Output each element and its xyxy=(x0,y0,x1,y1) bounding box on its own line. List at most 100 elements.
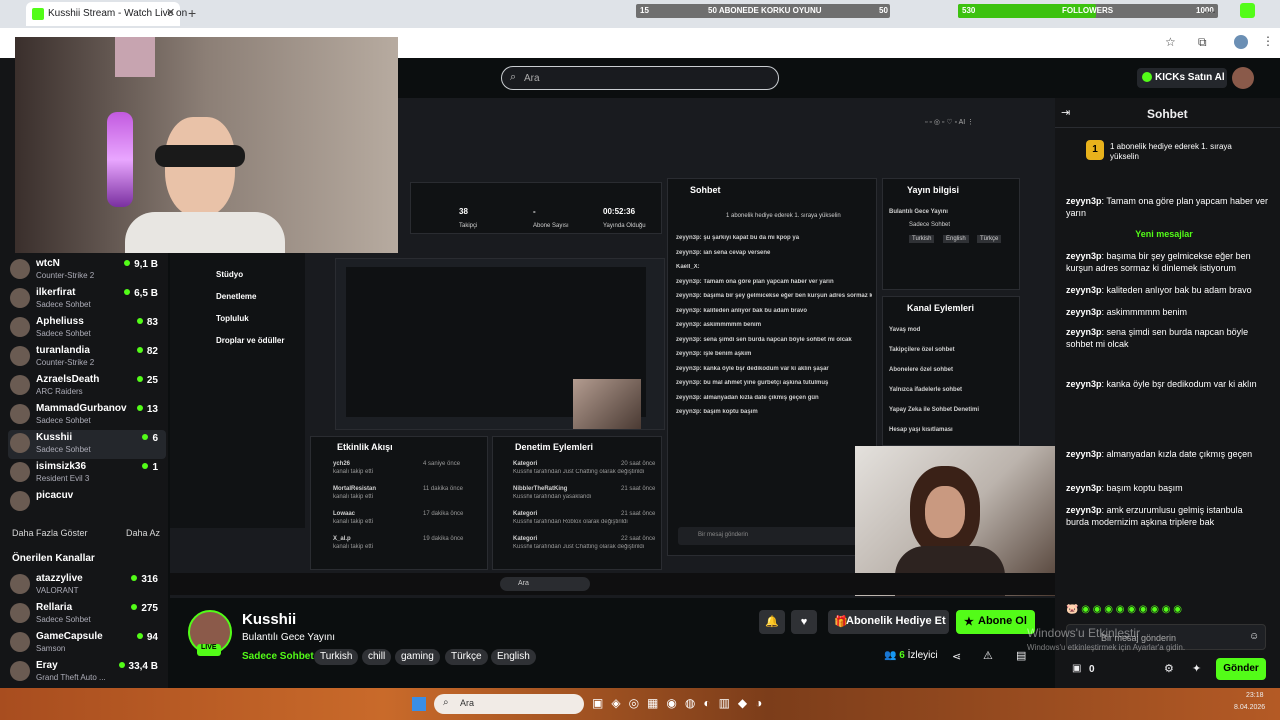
stream-tag[interactable]: Türkçe xyxy=(445,649,488,665)
dashboard-chat-line: zeyyn3p: bu mal ahmet yine gurbetçi aşkı… xyxy=(676,380,829,386)
sidebar-channel-item[interactable]: Kusshii Sadece Sohbet 6 xyxy=(8,430,166,459)
channel-avatar xyxy=(10,288,30,308)
channel-action-item[interactable]: Takipçilere özel sohbet xyxy=(889,347,955,353)
activity-action: kanalı takip etti xyxy=(333,519,374,525)
moderation-detail: Kusshii tarafından Roblox olarak değişti… xyxy=(513,519,628,525)
minimize-window-icon[interactable]: — xyxy=(1204,6,1215,18)
sidebar-channel-item[interactable]: ilkerfirat Sadece Sohbet 6,5 B xyxy=(8,285,166,314)
chat-username[interactable]: zeyyn3p xyxy=(1066,196,1102,206)
sidebar-channel-item[interactable]: Eray Grand Theft Auto ... 33,4 B xyxy=(8,658,166,687)
notification-bell-button[interactable]: 🔔 xyxy=(759,610,785,634)
channel-avatar xyxy=(10,317,30,337)
profile-icon[interactable] xyxy=(1234,35,1248,49)
channel-action-item[interactable]: Abonelere özel sohbet xyxy=(889,367,953,373)
moderation-title: Denetim Eylemleri xyxy=(515,442,594,452)
sidebar-channel-item[interactable]: picacuv xyxy=(8,488,166,517)
dashboard-chat-line: zeyyn3p: başım koptu başım xyxy=(676,409,758,415)
stream-tag[interactable]: Turkish xyxy=(314,649,359,665)
activity-time: 4 saniye önce xyxy=(423,461,461,467)
send-button[interactable]: Gönder xyxy=(1216,658,1266,680)
channel-avatar xyxy=(10,661,30,681)
chat-username[interactable]: zeyyn3p xyxy=(1066,285,1102,295)
pinned-gift-banner[interactable]: 1 1 abonelik hediye ederek 1. sıraya yük… xyxy=(1080,136,1260,168)
collapse-chat-icon[interactable]: ⇥ xyxy=(1061,106,1070,119)
channel-name: turanlandia xyxy=(36,345,90,356)
channel-action-item[interactable]: Yapay Zeka ile Sohbet Denetimi xyxy=(889,407,979,413)
channel-viewers: 275 xyxy=(131,603,158,614)
channel-action-item[interactable]: Yavaş mod xyxy=(889,327,920,333)
sidebar-channel-item[interactable]: Apheliuss Sadece Sohbet 83 xyxy=(8,314,166,343)
windows-activation-title: Windows'u Etkinleştir xyxy=(1027,626,1140,640)
gift-subscription-button[interactable]: 🎁 Abonelik Hediye Et xyxy=(828,610,949,634)
sidebar-channel-item[interactable]: Rellaria Sadece Sohbet 275 xyxy=(8,600,166,629)
channel-name: Rellaria xyxy=(36,602,73,613)
stream-tag[interactable]: chill xyxy=(362,649,392,665)
chat-mod-icon[interactable]: ✦ xyxy=(1192,662,1201,675)
dashboard-chat-line: zeyyn3p: işle benim aşkım xyxy=(676,351,752,357)
viewer-count-label: İzleyici xyxy=(907,650,938,661)
stream-info-panel: Yayın bilgisi Bulantılı Gece Yayını Sade… xyxy=(882,178,1020,290)
stream-tag[interactable]: English xyxy=(491,649,536,665)
taskbar-app-icons[interactable]: ▣◈◎▦◉◍◐▥◆◑ xyxy=(592,696,770,710)
stream-category[interactable]: Sadece Sohbet xyxy=(242,651,314,662)
browser-tab[interactable]: Kusshii Stream - Watch Live on ✕ xyxy=(26,2,187,26)
streamer-name[interactable]: Kusshii xyxy=(242,611,296,628)
goal-label: 50 ABONEDE KORKU OYUNU xyxy=(708,6,822,15)
dashboard-chat-line: zeyyn3p: askimmmmm benim xyxy=(676,322,762,328)
sidebar-channel-item[interactable]: atazzylive VALORANT 316 xyxy=(8,571,166,600)
sidebar-channel-item[interactable]: GameCapsule Samson 94 xyxy=(8,629,166,658)
chat-username[interactable]: zeyyn3p xyxy=(1066,251,1102,261)
chat-username[interactable]: zeyyn3p xyxy=(1066,379,1102,389)
sidebar-channel-item[interactable]: wtcN Counter-Strike 2 9,1 B xyxy=(8,256,166,285)
chat-username[interactable]: zeyyn3p xyxy=(1066,307,1102,317)
report-icon[interactable]: ⚠ xyxy=(983,649,993,662)
sidebar-channel-item[interactable]: AzraelsDeath ARC Raiders 25 xyxy=(8,372,166,401)
search-input[interactable]: ⌕ Ara xyxy=(501,66,779,90)
kick-extension-icon[interactable] xyxy=(1240,3,1255,18)
dashboard-nav: Stüdyo Denetleme Topluluk Droplar ve ödü… xyxy=(170,248,305,528)
chat-username[interactable]: zeyyn3p xyxy=(1066,327,1102,337)
channel-avatar xyxy=(10,632,30,652)
emoji-icon[interactable]: ☺ xyxy=(1249,631,1259,642)
new-tab-icon[interactable]: + xyxy=(188,5,196,21)
sidebar-channel-item[interactable]: isimsizk36 Resident Evil 3 1 xyxy=(8,459,166,488)
channel-category: Resident Evil 3 xyxy=(36,474,90,483)
buy-kicks-button[interactable]: KICKs Satın Al xyxy=(1137,68,1227,88)
dashboard-chat-line: zeyyn3p: şu şarkıyı kapat bu da mı kpop … xyxy=(676,235,800,241)
stream-title: Bulantılı Gece Yayını xyxy=(242,632,336,643)
sidebar-channel-item[interactable]: turanlandia Counter-Strike 2 82 xyxy=(8,343,166,372)
channel-action-item[interactable]: Yalnızca ifadelerle sohbet xyxy=(889,387,962,393)
show-less-link[interactable]: Daha Az xyxy=(126,528,160,538)
stats-panel: 38 Takipçi - Abone Sayısı 00:52:36 Yayın… xyxy=(410,182,662,234)
chat-message: zeyyn3p: kanka öyle bşr dedikodum var ki… xyxy=(1066,379,1257,389)
clip-icon[interactable]: ▤ xyxy=(1016,649,1026,662)
sidebar-channel-item[interactable]: MammadGurbanov Sadece Sohbet 13 xyxy=(8,401,166,430)
channel-points-icon[interactable]: ▣ xyxy=(1072,663,1081,674)
follow-heart-button[interactable]: ♥ xyxy=(791,610,817,634)
viewer-count-value: 6 xyxy=(899,650,905,661)
dashboard-chat-input: Bir mesaj gönderin xyxy=(678,527,868,545)
windows-start-icon[interactable] xyxy=(412,697,426,711)
channel-name: picacuv xyxy=(36,490,74,501)
chat-username[interactable]: zeyyn3p xyxy=(1066,505,1102,515)
user-avatar[interactable] xyxy=(1232,67,1254,89)
share-icon[interactable]: ⋖ xyxy=(952,650,961,663)
os-search-box[interactable]: ⌕ Ara xyxy=(434,694,584,714)
moderation-detail: Kusshii tarafından yasaklandı xyxy=(513,494,592,500)
channel-action-item[interactable]: Hesap yaşı kısıtlaması xyxy=(889,427,953,433)
dashboard-chat-line: zeyyn3p: kaliteden anlıyor bak bu adam b… xyxy=(676,307,808,314)
stream-tag[interactable]: gaming xyxy=(395,649,440,665)
subscribe-button[interactable]: ★ Abone Ol xyxy=(956,610,1035,634)
channel-avatar xyxy=(10,574,30,594)
extensions-icon[interactable]: ⧉ xyxy=(1198,35,1207,50)
show-more-link[interactable]: Daha Fazla Göster xyxy=(12,528,88,538)
stream-preview xyxy=(335,258,665,430)
dashboard-chat-input-placeholder: Bir mesaj gönderin xyxy=(698,532,749,538)
channel-category: Samson xyxy=(36,644,66,653)
chat-username[interactable]: zeyyn3p xyxy=(1066,483,1102,493)
chat-username[interactable]: zeyyn3p xyxy=(1066,449,1102,459)
bookmark-star-icon[interactable]: ☆ xyxy=(1165,35,1176,49)
chat-settings-icon[interactable]: ⚙ xyxy=(1164,662,1174,675)
browser-menu-icon[interactable]: ⋮ xyxy=(1262,34,1274,48)
close-tab-icon[interactable]: ✕ xyxy=(166,6,175,19)
